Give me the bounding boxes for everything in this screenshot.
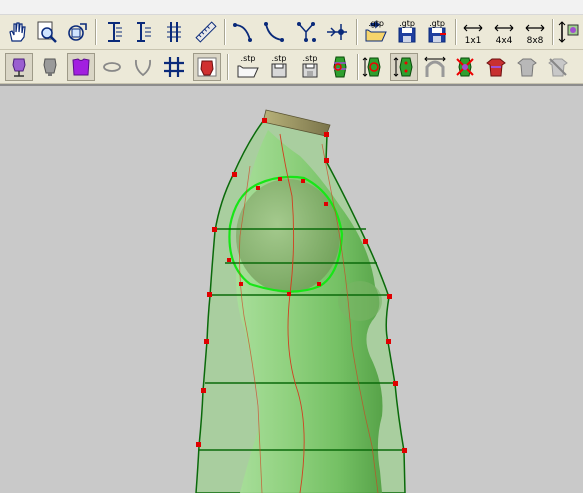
vertical-lines-icon[interactable] <box>130 18 158 46</box>
snap-point-icon[interactable] <box>323 18 351 46</box>
curve-left-icon[interactable] <box>230 18 258 46</box>
torso-disabled-icon[interactable] <box>544 53 572 81</box>
torso-grey-icon[interactable] <box>513 53 541 81</box>
gtp-label: .gtp <box>429 19 445 28</box>
grid-label: 1x1 <box>464 36 482 46</box>
toolbar-separator <box>224 19 226 45</box>
3d-viewport[interactable] <box>0 86 583 493</box>
texture-body-icon[interactable] <box>193 53 221 81</box>
save-gtp-icon[interactable]: .gtp <box>393 18 421 46</box>
save-stp-icon[interactable]: .stp <box>265 53 293 81</box>
torso-purple-icon[interactable] <box>67 53 95 81</box>
grid-8x8-icon[interactable]: 8x8 <box>521 18 549 46</box>
torso-red-icon[interactable] <box>482 53 510 81</box>
gtp-label: .gtp <box>399 19 415 28</box>
gtp-label: .gtp <box>368 19 384 28</box>
stp-label: .stp <box>271 54 287 63</box>
toolbar-separator <box>455 19 457 45</box>
stp-label: .stp <box>302 54 318 63</box>
toolbar-separator <box>227 54 229 80</box>
mannequin-grey-icon[interactable] <box>36 53 64 81</box>
grid-label: 4x4 <box>495 36 513 46</box>
body-model-render <box>195 109 407 493</box>
mannequin-stand-icon[interactable] <box>5 53 33 81</box>
vertical-spacing-icon[interactable] <box>100 18 128 46</box>
curve-right-icon[interactable] <box>260 18 288 46</box>
ruler-icon[interactable] <box>192 18 220 46</box>
save-gtp-alt-icon[interactable]: .gtp <box>423 18 451 46</box>
toolbar-separator <box>356 19 358 45</box>
grid-label: 8x8 <box>526 36 544 46</box>
height-range-icon[interactable] <box>390 53 418 81</box>
grid-4x4-icon[interactable]: 4x4 <box>490 18 518 46</box>
toolbar-separator <box>552 19 554 45</box>
height-measure-icon[interactable] <box>359 53 387 81</box>
open-stp-icon[interactable]: .stp <box>234 53 262 81</box>
body-cross-icon[interactable] <box>451 53 479 81</box>
grid-1x1-icon[interactable]: 1x1 <box>459 18 487 46</box>
save-stp-alt-icon[interactable]: .stp <box>296 53 324 81</box>
arc-measure-icon[interactable] <box>421 53 449 81</box>
body-sections-icon[interactable] <box>326 53 354 81</box>
model-toolbar: .stp .stp .stp <box>0 50 583 84</box>
breast-right <box>338 281 382 321</box>
zoom-region-icon[interactable] <box>33 18 61 46</box>
vertical-grid-icon[interactable] <box>160 18 188 46</box>
grid-hash-icon[interactable] <box>160 53 188 81</box>
rotate-view-icon[interactable] <box>63 18 91 46</box>
main-toolbar: .gtp .gtp .gtp 1x1 4x4 8x8 <box>0 15 583 50</box>
window-top-strip <box>0 0 583 15</box>
fit-vertical-icon[interactable] <box>555 18 581 46</box>
grid-points-icon[interactable] <box>292 18 320 46</box>
toolbar-separator <box>95 19 97 45</box>
hand-pan-icon[interactable] <box>3 18 31 46</box>
neck-curve-icon[interactable] <box>129 53 157 81</box>
stp-label: .stp <box>240 54 256 63</box>
open-gtp-icon[interactable]: .gtp <box>362 18 390 46</box>
breast-shape <box>236 179 340 293</box>
ellipse-icon[interactable] <box>98 53 126 81</box>
